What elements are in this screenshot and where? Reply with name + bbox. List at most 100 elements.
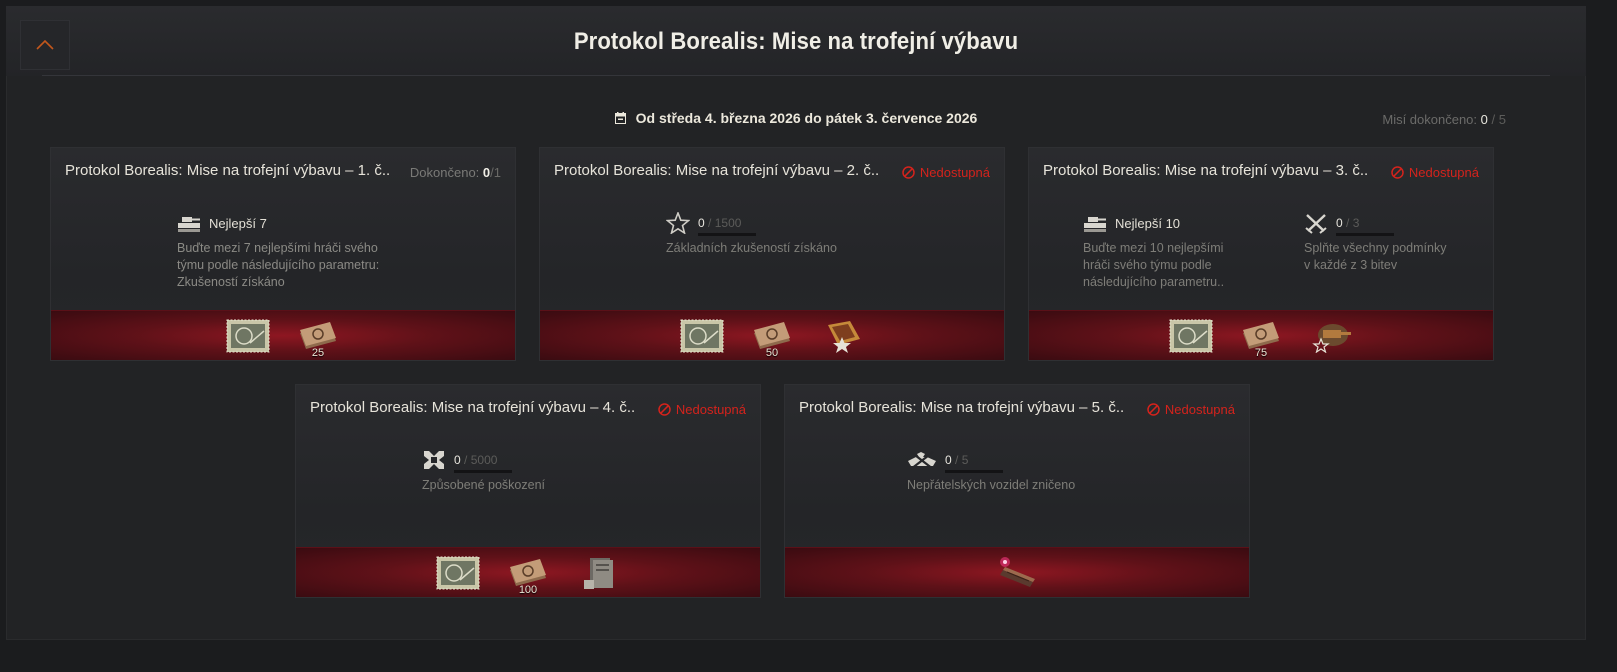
progress-current: 0 [1336, 216, 1343, 230]
missions-completed: Misí dokončeno: 0 / 5 [1382, 112, 1506, 127]
blocked-icon [658, 403, 671, 416]
reward-band: 50 [540, 310, 1004, 360]
tank-top-icon [1084, 217, 1106, 232]
progress-max: 1500 [714, 216, 742, 230]
progress-max: 5 [961, 453, 969, 467]
medal-badge-icon [828, 321, 860, 353]
mission-condition: 0 / 3 Splňte všechny podmínky v každé z … [1304, 212, 1484, 274]
reward-stamp[interactable] [226, 316, 270, 356]
condition-progress: 0 / 5 [945, 453, 1003, 473]
condition-description: Buďte mezi 7 nejlepšími hráči svého týmu… [177, 240, 407, 291]
reward-count: 75 [1254, 347, 1268, 359]
mission-condition: 0 / 5000 Způsobené poškození [422, 449, 662, 494]
description-line: Zkušeností získáno [177, 275, 285, 289]
missions-completed-separator: / [1491, 112, 1496, 127]
reward-bonds[interactable]: 25 [296, 316, 340, 359]
progress-separator: / [1346, 216, 1350, 230]
reward-bonds[interactable]: 100 [506, 553, 550, 596]
description-line: Buďte mezi 10 nejlepšími [1083, 241, 1224, 255]
mission-card-3[interactable]: Protokol Borealis: Mise na trofejní výba… [1028, 147, 1494, 361]
crossed-swords-icon [1305, 214, 1327, 234]
unavailable-label: Nedostupná [1408, 165, 1479, 180]
blocked-icon [1147, 403, 1160, 416]
tank-top-icon [178, 217, 200, 232]
stamp-icon [436, 556, 480, 590]
glowing-device-icon [1000, 557, 1035, 587]
mission-card-2[interactable]: Protokol Borealis: Mise na trofejní výba… [539, 147, 1005, 361]
mission-condition: 0 / 1500 Základních zkušeností získáno [666, 212, 906, 257]
progress-bar [1336, 233, 1394, 236]
condition-name: Nejlepší 7 [209, 215, 267, 231]
condition-description: Nepřátelských vozidel zničeno [907, 477, 1167, 494]
unavailable-status: Nedostupná [1147, 402, 1235, 417]
reward-stamp[interactable] [436, 553, 480, 593]
progress-bar [454, 470, 512, 473]
reward-device[interactable] [995, 553, 1039, 593]
reward-bonds[interactable]: 75 [1239, 316, 1283, 359]
reward-band: 25 [51, 310, 515, 360]
description-line: Nepřátelských vozidel zničeno [907, 478, 1076, 492]
reward-decal[interactable] [1309, 316, 1353, 356]
calendar-icon [614, 112, 626, 124]
mission-condition: Nejlepší 10 Buďte mezi 10 nejlepšími hrá… [1083, 212, 1273, 291]
reward-bonds[interactable]: 50 [750, 316, 794, 359]
progress-separator: / [708, 216, 712, 230]
mission-card-4[interactable]: Protokol Borealis: Mise na trofejní výba… [295, 384, 761, 598]
description-line: hráči svého týmu podle [1083, 258, 1212, 272]
description-line: v každé z 3 bitev [1304, 258, 1398, 272]
collapse-button[interactable] [20, 20, 70, 70]
condition-progress: 0 / 1500 [698, 216, 756, 236]
mission-title: Protokol Borealis: Mise na trofejní výba… [799, 399, 1125, 416]
description-line: týmu podle následujícího parametru: [177, 258, 380, 272]
condition-progress: 0 / 3 [1336, 216, 1394, 236]
progress-max: 3 [1352, 216, 1360, 230]
description-line: Splňte všechny podmínky [1304, 241, 1447, 255]
unavailable-status: Nedostupná [1391, 165, 1479, 180]
mission-title: Protokol Borealis: Mise na trofejní výba… [65, 162, 391, 179]
mission-title: Protokol Borealis: Mise na trofejní výba… [310, 399, 636, 416]
mission-card-5[interactable]: Protokol Borealis: Mise na trofejní výba… [784, 384, 1250, 598]
reward-stamp[interactable] [1169, 316, 1213, 356]
period-text: Od středa 4. března 2026 do pátek 3. čer… [635, 110, 978, 126]
description-line: následujícího parametru.. [1083, 275, 1225, 289]
completion-label: Dokončeno: [409, 165, 480, 180]
condition-name: Nejlepší 10 [1115, 215, 1181, 231]
reward-stamp[interactable] [680, 316, 724, 356]
mission-card-1[interactable]: Protokol Borealis: Mise na trofejní výba… [50, 147, 516, 361]
reward-count: 25 [311, 347, 325, 359]
missions-completed-label: Misí dokončeno: [1382, 112, 1478, 127]
reward-band: 75 [1029, 310, 1493, 360]
reward-count: 100 [518, 584, 538, 596]
mission-condition: Nejlepší 7 Buďte mezi 7 nejlepšími hráči… [177, 212, 407, 291]
header: Protokol Borealis: Mise na trofejní výba… [6, 6, 1586, 76]
progress-separator: / [955, 453, 959, 467]
description-line: Způsobené poškození [422, 478, 546, 492]
mission-title: Protokol Borealis: Mise na trofejní výba… [554, 162, 880, 179]
progress-max: 5000 [470, 453, 498, 467]
unavailable-status: Nedostupná [658, 402, 746, 417]
star-icon [666, 212, 690, 234]
damage-cross-icon [424, 451, 444, 469]
condition-description: Způsobené poškození [422, 477, 662, 494]
manual-book-icon [584, 558, 613, 589]
mission-condition: 0 / 5 Nepřátelských vozidel zničeno [907, 449, 1167, 494]
condition-progress: 0 / 5000 [454, 453, 512, 473]
stamp-icon [680, 319, 724, 353]
unavailable-label: Nedostupná [919, 165, 990, 180]
condition-description: Základních zkušeností získáno [666, 240, 906, 257]
mission-title: Protokol Borealis: Mise na trofejní výba… [1043, 162, 1369, 179]
stamp-icon [1169, 319, 1213, 353]
completion-total: /1 [490, 165, 501, 180]
header-divider [42, 75, 1550, 76]
missions-completed-total: 5 [1498, 112, 1506, 127]
reward-medal[interactable] [820, 316, 864, 356]
condition-description: Splňte všechny podmínky v každé z 3 bite… [1304, 240, 1484, 274]
blocked-icon [902, 166, 915, 179]
reward-manual[interactable] [576, 553, 620, 593]
destroyed-vehicle-icon [908, 451, 936, 470]
missions-panel: Protokol Borealis: Mise na trofejní výba… [6, 6, 1586, 640]
progress-separator: / [464, 453, 468, 467]
tank-decal-icon [1312, 324, 1351, 353]
chevron-up-icon [36, 40, 54, 50]
progress-current: 0 [698, 216, 705, 230]
